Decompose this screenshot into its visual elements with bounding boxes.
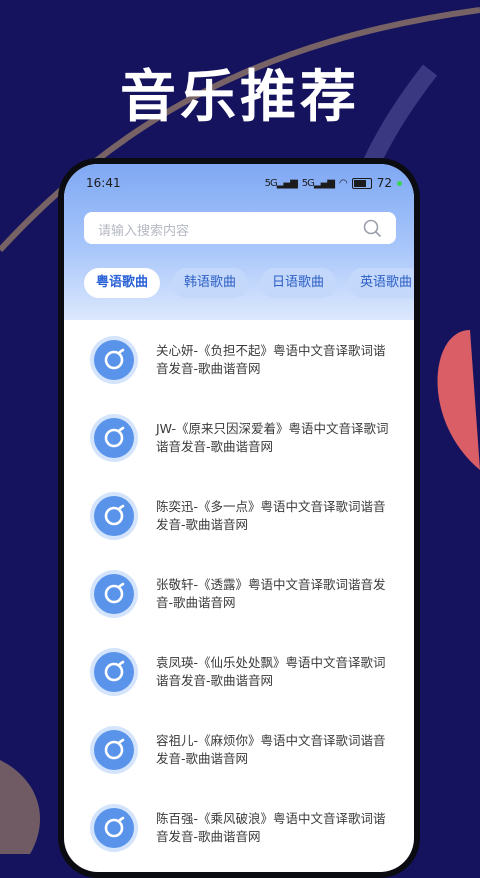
music-disc-icon [94,808,134,848]
song-title: 张敬轩-《透露》粤语中文音译歌词谐音发音-歌曲谐音网 [156,577,386,610]
page-headline: 音乐推荐 [120,65,360,130]
tab-korean[interactable]: 韩语歌曲 [172,268,248,298]
list-item[interactable]: 张敬轩-《透露》粤语中文音译歌词谐音发音-歌曲谐音网 [64,554,414,632]
song-title: JW-《原来只因深爱着》粤语中文音译歌词谐音发音-歌曲谐音网 [156,421,389,454]
music-disc-icon [94,574,134,614]
song-list: 关心妍-《负担不起》粤语中文音译歌词谐音发音-歌曲谐音网 JW-《原来只因深爱着… [64,320,414,872]
signal-icon: 5G▂▄▆ [264,177,298,189]
indicator-dot-icon [397,180,402,186]
list-item[interactable]: 关心妍-《负担不起》粤语中文音译歌词谐音发音-歌曲谐音网 [64,320,414,398]
battery-level: 72 [376,176,392,190]
status-time: 16:41 [86,176,121,190]
search-icon[interactable] [362,218,382,238]
music-disc-icon [94,496,134,536]
wifi-icon: ◠ [338,177,348,189]
list-item[interactable]: JW-《原来只因深爱着》粤语中文音译歌词谐音发音-歌曲谐音网 [64,398,414,476]
song-title: 袁凤瑛-《仙乐处处飘》粤语中文音译歌词谐音发音-歌曲谐音网 [156,655,386,688]
song-title: 容祖儿-《麻烦你》粤语中文音译歌词谐音发音-歌曲谐音网 [156,733,386,766]
tab-cantonese[interactable]: 粤语歌曲 [84,268,160,298]
battery-icon [351,177,372,189]
music-disc-icon [94,730,134,770]
music-disc-icon [94,340,134,380]
phone-frame: 16:41 5G▂▄▆ 5G▂▄▆ ◠ 72 请输入搜索内容 粤语歌曲 韩语歌曲… [58,158,420,878]
tab-japanese[interactable]: 日语歌曲 [260,268,336,298]
music-disc-icon [94,418,134,458]
status-icons: 5G▂▄▆ 5G▂▄▆ ◠ 72 [265,176,402,190]
list-item[interactable]: 袁凤瑛-《仙乐处处飘》粤语中文音译歌词谐音发音-歌曲谐音网 [64,632,414,710]
search-placeholder: 请输入搜索内容 [98,224,190,239]
song-title: 陈奕迅-《多一点》粤语中文音译歌词谐音发音-歌曲谐音网 [156,499,386,532]
music-disc-icon [94,652,134,692]
list-item[interactable]: 容祖儿-《麻烦你》粤语中文音译歌词谐音发音-歌曲谐音网 [64,710,414,788]
phone-screen: 16:41 5G▂▄▆ 5G▂▄▆ ◠ 72 请输入搜索内容 粤语歌曲 韩语歌曲… [64,164,414,872]
list-item[interactable]: 陈百强-《乘风破浪》粤语中文音译歌词谐音发音-歌曲谐音网 [64,788,414,866]
signal-icon-2: 5G▂▄▆ [301,177,335,189]
status-bar: 16:41 5G▂▄▆ 5G▂▄▆ ◠ 72 [64,174,414,196]
header-area: 16:41 5G▂▄▆ 5G▂▄▆ ◠ 72 请输入搜索内容 粤语歌曲 韩语歌曲… [64,164,414,320]
tab-english[interactable]: 英语歌曲 [348,268,414,298]
search-input[interactable]: 请输入搜索内容 [84,212,396,244]
song-title: 陈百强-《乘风破浪》粤语中文音译歌词谐音发音-歌曲谐音网 [156,811,386,844]
list-item[interactable]: 陈奕迅-《多一点》粤语中文音译歌词谐音发音-歌曲谐音网 [64,476,414,554]
song-title: 关心妍-《负担不起》粤语中文音译歌词谐音发音-歌曲谐音网 [156,343,386,376]
category-tabs: 粤语歌曲 韩语歌曲 日语歌曲 英语歌曲 [84,268,414,298]
